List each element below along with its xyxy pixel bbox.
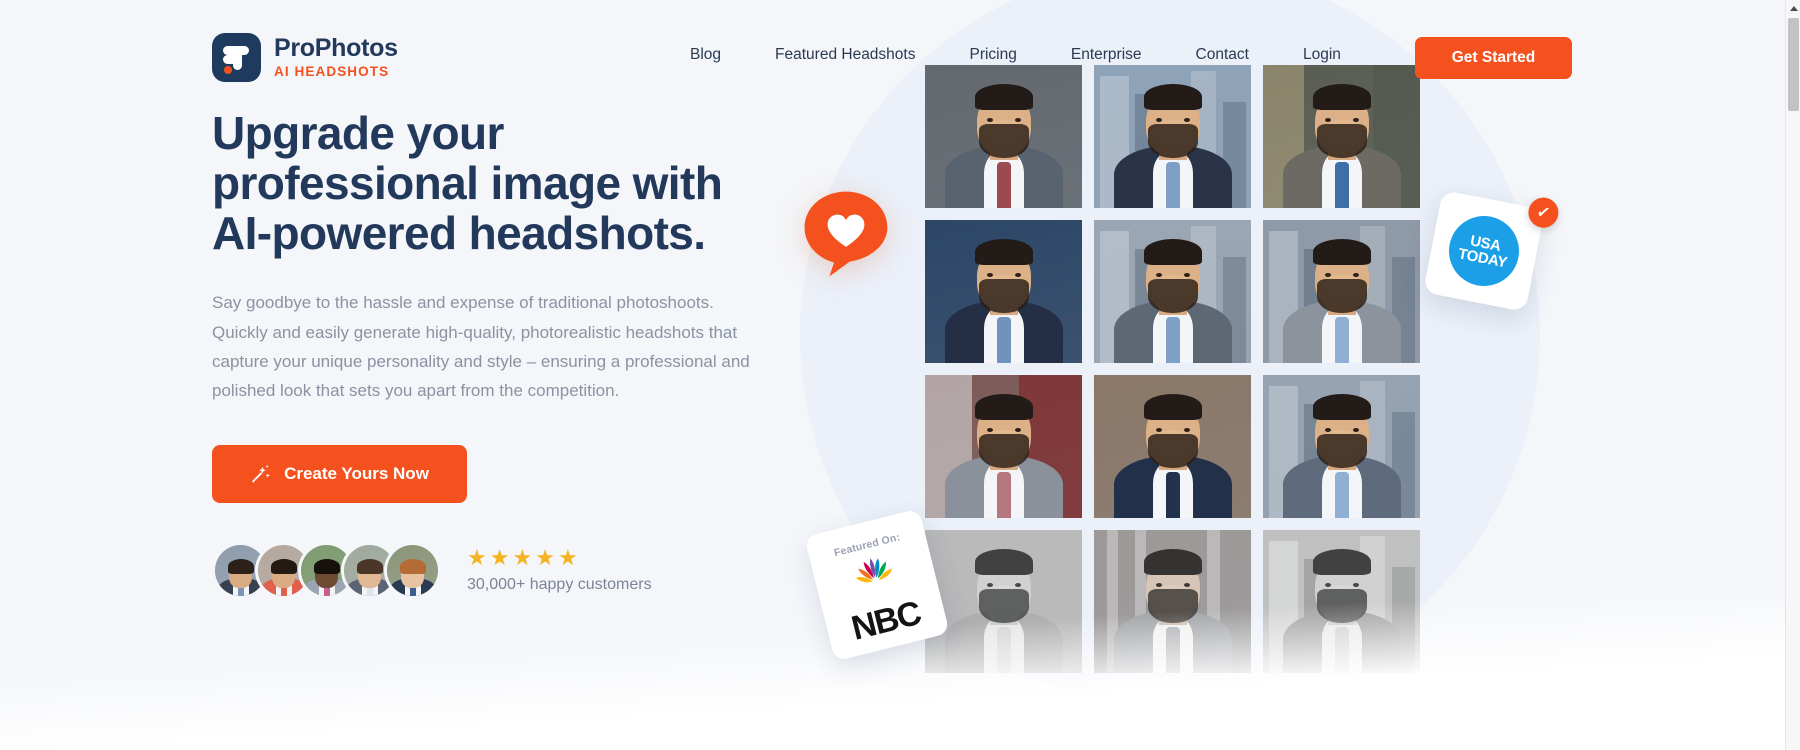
star-icon: ★ [557, 545, 578, 571]
social-proof: ★ ★ ★ ★ ★ 30,000+ happy customers [212, 542, 782, 600]
hero-title-line-3: AI-powered headshots. [212, 207, 706, 260]
main-nav: Blog Featured Headshots Pricing Enterpri… [690, 46, 1341, 64]
usa-today-line-2: TODAY [1456, 245, 1509, 272]
get-started-button[interactable]: Get Started [1415, 37, 1572, 79]
chevron-up-icon[interactable] [1786, 0, 1800, 16]
happy-customers-count: 30,000+ happy customers [467, 576, 652, 594]
heart-speech-bubble-icon [800, 188, 892, 280]
nav-item-blog[interactable]: Blog [690, 46, 721, 64]
nav-item-pricing[interactable]: Pricing [969, 46, 1016, 64]
star-icon: ★ [467, 545, 487, 571]
nav-item-login[interactable]: Login [1303, 46, 1341, 64]
prophotos-logo-icon [212, 33, 261, 82]
headshot-11 [1094, 530, 1251, 673]
headshot-9 [1263, 375, 1420, 518]
scrollbar-thumb[interactable] [1788, 18, 1799, 111]
usa-today-logo-icon: USA TODAY [1442, 209, 1526, 293]
site-header: ProPhotos AI HEADSHOTS Blog Featured Hea… [0, 0, 1785, 100]
customer-avatars [212, 542, 441, 600]
brand-name: ProPhotos [274, 34, 398, 63]
star-rating: ★ ★ ★ ★ ★ [467, 547, 652, 569]
nav-item-contact[interactable]: Contact [1196, 46, 1249, 64]
hero-content: Upgrade your professional image with AI-… [212, 108, 782, 600]
headshot-12 [1263, 530, 1420, 673]
nav-item-enterprise[interactable]: Enterprise [1071, 46, 1142, 64]
headshot-5 [1094, 220, 1251, 363]
create-yours-now-button[interactable]: Create Yours Now [212, 445, 467, 504]
star-icon: ★ [512, 545, 533, 571]
avatar-customer-5 [384, 542, 441, 600]
create-button-label: Create Yours Now [284, 464, 429, 484]
hero-title-line-1: Upgrade your [212, 107, 504, 159]
headshot-10 [925, 530, 1082, 673]
hero-description: Say goodbye to the hassle and expense of… [212, 293, 750, 401]
headshot-7 [925, 375, 1082, 518]
brand-tagline: AI HEADSHOTS [274, 64, 390, 80]
brand-logo[interactable]: ProPhotos AI HEADSHOTS [212, 33, 398, 82]
star-icon: ★ [535, 545, 555, 571]
headshot-gallery [925, 65, 1425, 673]
nav-item-featured-headshots[interactable]: Featured Headshots [775, 46, 915, 64]
verified-check-icon: ✓ [1525, 195, 1561, 231]
landing-page: ProPhotos AI HEADSHOTS Blog Featured Hea… [0, 0, 1785, 750]
page-scrollbar[interactable] [1785, 0, 1800, 750]
headshot-6 [1263, 220, 1420, 363]
magic-wand-icon [250, 463, 272, 485]
page-title: Upgrade your professional image with AI-… [212, 108, 772, 258]
usa-today-badge: USA TODAY ✓ [1423, 190, 1561, 312]
headshot-8 [1094, 375, 1251, 518]
hero-title-line-2: professional image with [212, 157, 723, 210]
headshot-4 [925, 220, 1082, 363]
star-icon: ★ [489, 545, 510, 571]
